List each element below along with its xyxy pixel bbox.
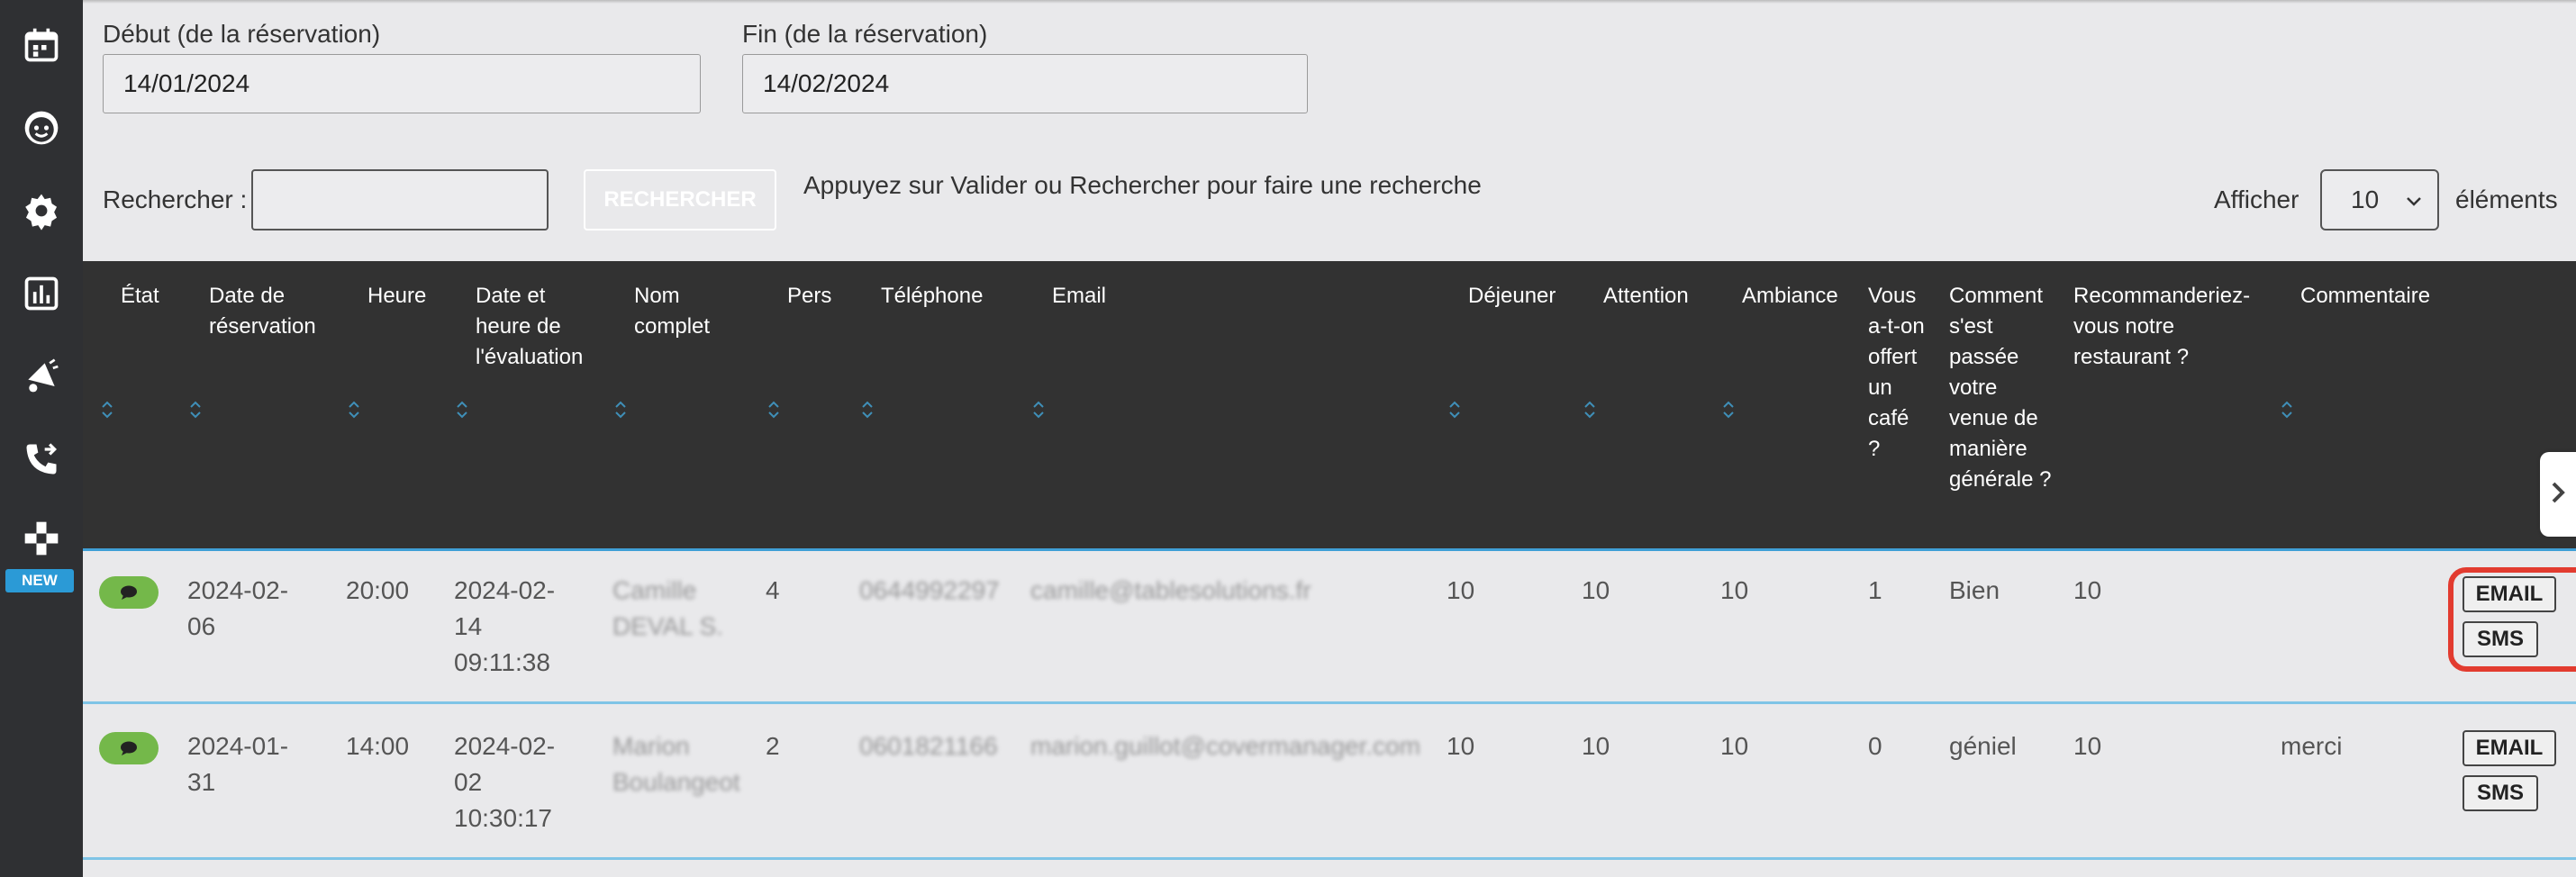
sort-icon[interactable]	[1583, 398, 1596, 421]
column-header-etat[interactable]: État	[121, 281, 175, 312]
column-header-attention[interactable]: Attention	[1603, 281, 1711, 312]
page-size-value: 10	[2351, 185, 2380, 213]
cell-recommande: 10	[2073, 732, 2102, 760]
page-size-select[interactable]: 10	[2320, 169, 2439, 231]
sort-icon[interactable]	[348, 398, 360, 421]
column-header-cafe[interactable]: Vous a-t-on offert un café ?	[1868, 281, 1926, 465]
cell-nom: Camille DEVAL S.	[612, 576, 723, 640]
cell-tel: 0644992297	[859, 576, 1000, 604]
cell-nom: Marion Boulangeot	[612, 732, 740, 796]
cell-date: 2024-02-06	[187, 576, 289, 640]
sort-icon[interactable]	[1032, 398, 1045, 421]
column-header-pers[interactable]: Pers	[787, 281, 850, 312]
table-header: État Date de réservation Heure Date et h…	[83, 261, 2576, 551]
cell-ambiance: 10	[1720, 576, 1749, 604]
end-date-input[interactable]: 14/02/2024	[742, 54, 1308, 113]
column-header-email[interactable]: Email	[1052, 281, 1160, 312]
column-header-telephone[interactable]: Téléphone	[881, 281, 1016, 312]
highlight-annotation	[2448, 567, 2576, 672]
cell-dejeuner: 10	[1447, 576, 1475, 604]
sort-icon[interactable]	[767, 398, 780, 421]
column-header-commentaire[interactable]: Commentaire	[2300, 281, 2463, 312]
gamepad-icon[interactable]	[16, 513, 67, 564]
chat-icon[interactable]	[99, 576, 159, 609]
sort-icon[interactable]	[1448, 398, 1461, 421]
start-date-input[interactable]: 14/01/2024	[103, 54, 701, 113]
sort-icon[interactable]	[614, 398, 627, 421]
search-label: Rechercher :	[103, 185, 248, 213]
show-label: Afficher	[2214, 185, 2299, 213]
search-button[interactable]: RECHERCHER	[584, 169, 776, 231]
gear-icon[interactable]	[16, 185, 67, 236]
cell-heure: 20:00	[346, 576, 410, 604]
cell-ambiance: 10	[1720, 732, 1749, 760]
cell-pers: 2	[766, 732, 780, 760]
cell-dejeuner: 10	[1447, 732, 1475, 760]
sort-icon[interactable]	[189, 398, 202, 421]
column-header-date-reservation[interactable]: Date de réservation	[209, 281, 335, 342]
calendar-icon[interactable]	[16, 20, 67, 70]
sort-icon[interactable]	[1722, 398, 1735, 421]
sort-icon[interactable]	[456, 398, 468, 421]
cell-cafe: 1	[1868, 576, 1882, 604]
cell-venue: géniel	[1949, 732, 2017, 760]
cell-eval: 2024-02-02 10:30:17	[454, 732, 556, 832]
cell-tel: 0601821166	[859, 732, 998, 760]
main-content: Début (de la réservation) 14/01/2024 Fin…	[83, 0, 2576, 877]
sms-button[interactable]: SMS	[2463, 775, 2538, 811]
cell-pers: 4	[766, 576, 780, 604]
cell-attention: 10	[1582, 732, 1610, 760]
cell-venue: Bien	[1949, 576, 2000, 604]
column-header-venue[interactable]: Comment s'est passée votre venue de mani…	[1949, 281, 2054, 495]
table-row: 2024-01-31 14:00 2024-02-02 10:30:17 Mar…	[83, 707, 2576, 860]
smiley-icon[interactable]	[16, 103, 67, 153]
column-header-ambiance[interactable]: Ambiance	[1742, 281, 1850, 312]
search-hint: Appuyez sur Valider ou Rechercher pour f…	[803, 171, 1482, 199]
cell-email: marion.guillot@covermanager.com	[1030, 732, 1421, 760]
sort-icon[interactable]	[2281, 398, 2293, 421]
chat-icon[interactable]	[99, 732, 159, 764]
column-header-nom-complet[interactable]: Nom complet	[634, 281, 733, 342]
column-header-recommande[interactable]: Recommanderiez-vous notre restaurant ?	[2073, 281, 2263, 373]
sort-icon[interactable]	[861, 398, 874, 421]
cell-recommande: 10	[2073, 576, 2102, 604]
chevron-right-icon	[2549, 480, 2567, 510]
table-row: 2024-02-06 20:00 2024-02-14 09:11:38 Cam…	[83, 551, 2576, 704]
email-button[interactable]: EMAIL	[2463, 730, 2556, 766]
elements-label: éléments	[2455, 185, 2558, 213]
new-badge: NEW	[5, 569, 74, 592]
column-header-date-evaluation[interactable]: Date et heure de l'évaluation	[476, 281, 602, 373]
bar-chart-icon[interactable]	[16, 268, 67, 319]
cell-eval: 2024-02-14 09:11:38	[454, 576, 556, 676]
start-date-label: Début (de la réservation)	[103, 20, 381, 48]
cell-date: 2024-01-31	[187, 732, 289, 796]
cell-email: camille@tablesolutions.fr	[1030, 576, 1311, 604]
phone-transfer-icon[interactable]	[16, 434, 67, 484]
end-date-label: Fin (de la réservation)	[742, 20, 988, 48]
cell-cafe: 0	[1868, 732, 1882, 760]
chevron-down-icon	[2403, 189, 2425, 218]
cell-commentaire: merci	[2281, 732, 2343, 760]
cell-attention: 10	[1582, 576, 1610, 604]
sort-icon[interactable]	[101, 398, 113, 421]
expand-panel-tab[interactable]	[2540, 452, 2576, 537]
cell-heure: 14:00	[346, 732, 410, 760]
sidebar: NEW	[0, 0, 83, 877]
column-header-dejeuner[interactable]: Déjeuner	[1468, 281, 1576, 312]
megaphone-icon[interactable]	[16, 351, 67, 402]
column-header-heure[interactable]: Heure	[367, 281, 449, 312]
search-input[interactable]	[251, 169, 549, 231]
